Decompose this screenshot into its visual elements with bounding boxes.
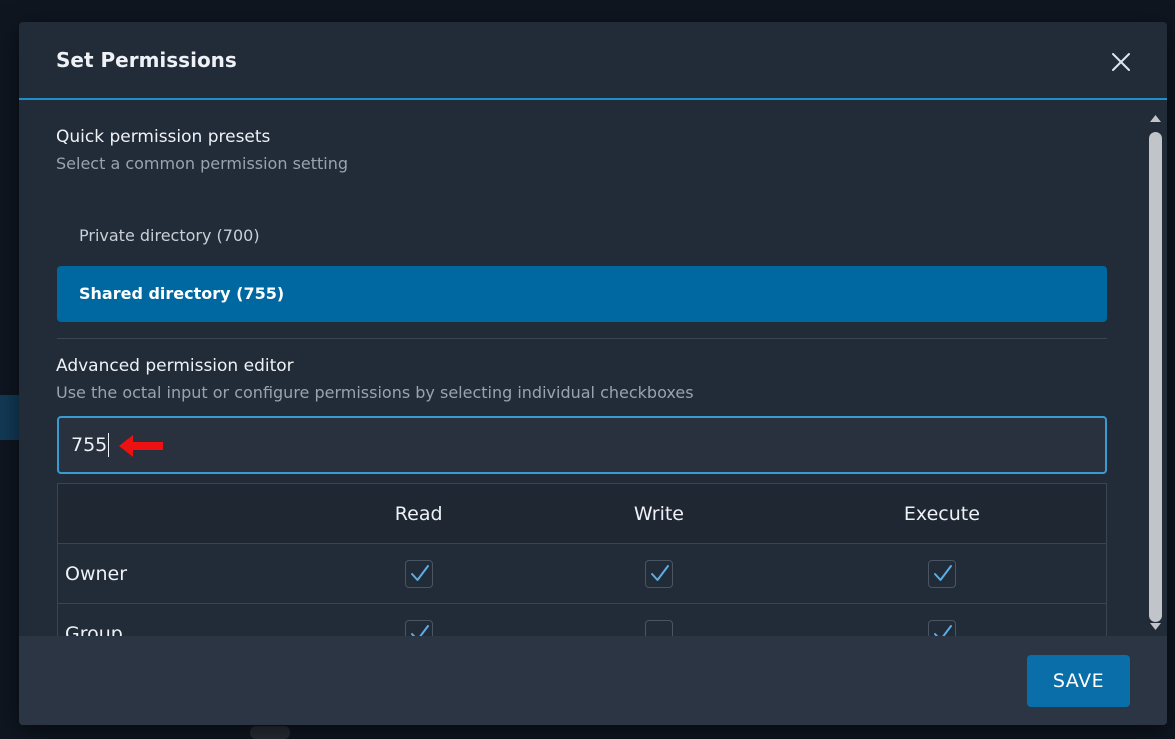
scroll-up-button[interactable]: [1144, 110, 1167, 128]
owner-execute-checkbox[interactable]: [927, 559, 956, 588]
save-button[interactable]: SAVE: [1027, 655, 1130, 707]
header-execute: Execute: [777, 483, 1107, 544]
check-icon: [410, 624, 429, 636]
presets-subtitle: Select a common permission setting: [56, 154, 349, 173]
owner-execute-cell: [777, 543, 1107, 604]
check-icon: [933, 624, 952, 636]
group-write-cell: [540, 603, 778, 636]
scrollbar[interactable]: [1144, 110, 1167, 636]
check-icon: [933, 564, 952, 581]
presets-title: Quick permission presets: [56, 127, 271, 147]
triangle-down-icon: [1150, 623, 1161, 630]
owner-write-cell: [540, 543, 778, 604]
table-header-row: Read Write Execute: [57, 483, 1107, 544]
backdrop-element: [250, 726, 290, 739]
dialog-header: Set Permissions: [19, 22, 1167, 100]
role-owner: Owner: [57, 543, 298, 604]
owner-read-checkbox[interactable]: [404, 559, 433, 588]
close-button[interactable]: [1107, 48, 1135, 76]
owner-read-cell: [297, 543, 541, 604]
group-read-cell: [297, 603, 541, 636]
header-read: Read: [297, 483, 541, 544]
group-read-checkbox[interactable]: [404, 619, 433, 636]
group-execute-checkbox[interactable]: [927, 619, 956, 636]
dialog-footer: SAVE: [19, 636, 1167, 725]
header-write: Write: [540, 483, 778, 544]
preset-shared-directory[interactable]: Shared directory (755): [57, 266, 1107, 322]
preset-private-directory[interactable]: Private directory (700): [57, 208, 1107, 264]
text-caret: [108, 433, 109, 457]
close-icon: [1112, 53, 1130, 71]
group-execute-cell: [777, 603, 1107, 636]
table-row: Group: [57, 603, 1107, 636]
scroll-thumb[interactable]: [1149, 132, 1162, 622]
annotation-arrow-icon: [119, 435, 163, 457]
permission-table: Read Write Execute Owner Group: [57, 483, 1107, 636]
set-permissions-dialog: Set Permissions Quick permission presets…: [19, 22, 1167, 725]
header-role: [57, 483, 298, 544]
advanced-subtitle: Use the octal input or configure permiss…: [56, 383, 694, 402]
section-divider: [57, 338, 1107, 339]
advanced-title: Advanced permission editor: [56, 356, 294, 376]
check-icon: [650, 564, 669, 581]
dialog-title: Set Permissions: [56, 48, 237, 72]
dialog-body: Quick permission presets Select a common…: [19, 102, 1167, 636]
owner-write-checkbox[interactable]: [644, 559, 673, 588]
role-group: Group: [57, 603, 298, 636]
table-row: Owner: [57, 543, 1107, 604]
octal-input[interactable]: [57, 416, 1107, 474]
backdrop-highlight: [0, 395, 20, 440]
group-write-checkbox[interactable]: [644, 619, 673, 636]
scroll-down-button[interactable]: [1144, 617, 1167, 635]
check-icon: [410, 564, 429, 581]
triangle-up-icon: [1150, 115, 1161, 122]
